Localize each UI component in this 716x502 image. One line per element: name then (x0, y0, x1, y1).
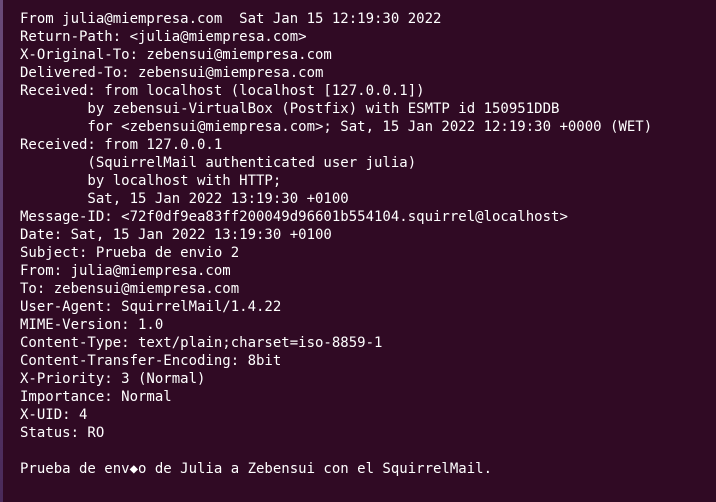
header-x-uid: X-UID: 4 (20, 407, 88, 423)
terminal-output[interactable]: From julia@miempresa.com Sat Jan 15 12:1… (20, 10, 716, 502)
header-mime-version: MIME-Version: 1.0 (20, 317, 164, 333)
header-return-path: Return-Path: <julia@miempresa.com> (20, 29, 307, 45)
header-importance: Importance: Normal (20, 389, 172, 405)
header-status: Status: RO (20, 425, 105, 441)
header-to: To: zebensui@miempresa.com (20, 281, 240, 297)
header-received-2-by: by localhost with HTTP; (20, 173, 282, 189)
header-user-agent: User-Agent: SquirrelMail/1.4.22 (20, 299, 282, 315)
header-received-1-by: by zebensui-VirtualBox (Postfix) with ES… (20, 101, 560, 117)
header-content-transfer-encoding: Content-Transfer-Encoding: 8bit (20, 353, 282, 369)
message-body: Prueba de env◆o de Julia a Zebensui con … (20, 461, 493, 477)
header-received-1: Received: from localhost (localhost [127… (20, 83, 425, 99)
header-received-2-date: Sat, 15 Jan 2022 13:19:30 +0100 (20, 191, 349, 207)
header-from: From: julia@miempresa.com (20, 263, 231, 279)
header-x-priority: X-Priority: 3 (Normal) (20, 371, 206, 387)
mbox-from-line: From julia@miempresa.com Sat Jan 15 12:1… (20, 11, 442, 27)
header-message-id: Message-ID: <72f0df9ea83ff200049d96601b5… (20, 209, 568, 225)
window-left-edge (0, 0, 3, 502)
header-date: Date: Sat, 15 Jan 2022 13:19:30 +0100 (20, 227, 332, 243)
header-received-2: Received: from 127.0.0.1 (20, 137, 223, 153)
header-content-type: Content-Type: text/plain;charset=iso-885… (20, 335, 383, 351)
header-received-2-auth: (SquirrelMail authenticated user julia) (20, 155, 417, 171)
header-received-1-for: for <zebensui@miempresa.com>; Sat, 15 Ja… (20, 119, 653, 135)
header-subject: Subject: Prueba de envio 2 (20, 245, 240, 261)
header-x-original-to: X-Original-To: zebensui@miempresa.com (20, 47, 332, 63)
header-delivered-to: Delivered-To: zebensui@miempresa.com (20, 65, 324, 81)
